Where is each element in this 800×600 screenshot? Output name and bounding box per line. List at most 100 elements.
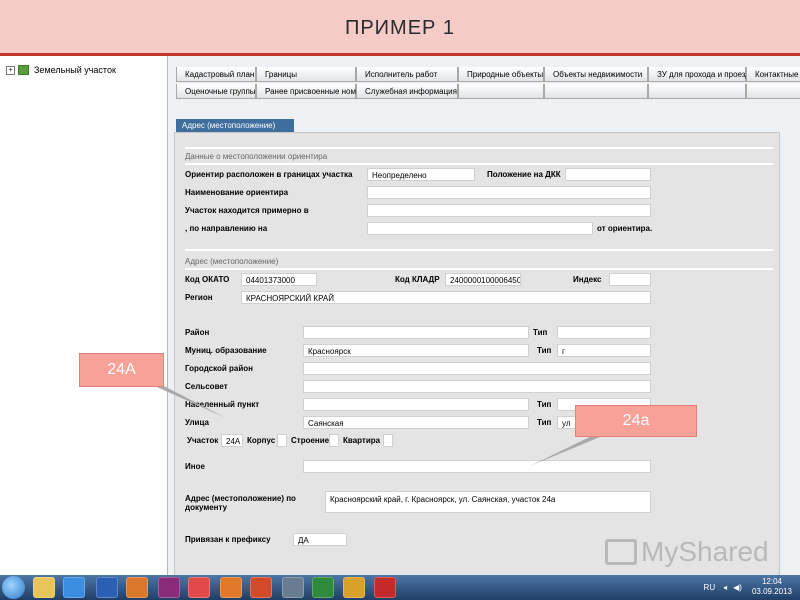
tab-address[interactable]: Адрес (местоположение) <box>176 119 294 133</box>
tab-empty-1 <box>458 84 544 99</box>
orient-section-title: Данные о местоположении ориентира <box>185 152 328 161</box>
clock-time: 12:04 <box>761 577 782 586</box>
app-window-icon[interactable] <box>282 577 304 598</box>
paint-icon[interactable] <box>343 577 365 598</box>
section-divider <box>185 147 773 149</box>
within-field[interactable]: Неопределено <box>367 168 475 181</box>
building-label: Корпус <box>247 436 276 445</box>
tab-empty-3 <box>648 84 746 99</box>
taskbar: RU ◂ ◀) 12:04 03.09.2013 <box>0 575 800 600</box>
system-tray: RU ◂ ◀) 12:04 03.09.2013 <box>704 577 792 597</box>
district-field[interactable] <box>303 326 529 339</box>
address-form: Данные о местоположении ориентира Ориент… <box>174 132 780 577</box>
tab-empty-2 <box>544 84 648 99</box>
tab-passage-plots[interactable]: ЗУ для прохода и проезда <box>648 67 754 82</box>
kladr-label: Код КЛАДР <box>395 275 440 284</box>
tab-boundaries[interactable]: Границы <box>256 67 356 82</box>
doc-address-field[interactable]: Красноярский край, г. Красноярск, ул. Са… <box>325 491 651 513</box>
plot-field[interactable]: 24А <box>221 434 243 447</box>
section-divider <box>185 163 773 165</box>
prefix-field[interactable]: ДА <box>293 533 347 546</box>
tray-arrow-icon[interactable]: ◂ <box>723 583 727 592</box>
city-district-field[interactable] <box>303 362 651 375</box>
tab-contacts[interactable]: Контактные <box>746 67 800 82</box>
pdf-reader-icon[interactable] <box>374 577 396 598</box>
direction-field[interactable] <box>367 222 593 235</box>
tab-cadastral-plan[interactable]: Кадастровый план <box>176 67 256 82</box>
archiver-icon[interactable] <box>158 577 180 598</box>
locality-field[interactable] <box>303 398 529 411</box>
street-field[interactable]: Саянская <box>303 416 529 429</box>
other-label: Иное <box>185 462 205 471</box>
tab-bar: Кадастровый план Границы Исполнитель раб… <box>176 55 800 101</box>
from-orient-label: от ориентира. <box>597 224 653 233</box>
tab-natural-objects[interactable]: Природные объекты <box>458 67 544 82</box>
approx-label: Участок находится примерно в <box>185 206 309 215</box>
dkk-field[interactable] <box>565 168 651 181</box>
excel-icon[interactable] <box>312 577 334 598</box>
index-field[interactable] <box>609 273 651 286</box>
street-label: Улица <box>185 418 209 427</box>
title-banner: ПРИМЕР 1 <box>0 0 800 56</box>
tab-row-2: Оценочные группы Ранее присвоенные номер… <box>176 84 800 100</box>
doc-address-label-line1: Адрес (местоположение) по <box>185 494 296 503</box>
building-field[interactable] <box>277 434 287 447</box>
orient-name-field[interactable] <box>367 186 651 199</box>
region-field[interactable]: КРАСНОЯРСКИЙ КРАЙ <box>241 291 651 304</box>
doc-address-label: Адрес (местоположение) по документу <box>185 494 296 512</box>
watermark-text: MyShared <box>641 536 769 567</box>
start-button[interactable] <box>2 576 25 599</box>
callout-plot-24A: 24А <box>79 353 164 387</box>
tree-panel: + Земельный участок <box>0 55 168 575</box>
municipal-field[interactable]: Красноярск <box>303 344 529 357</box>
plot-label: Участок <box>187 436 219 445</box>
locality-label: Населенный пункт <box>185 400 260 409</box>
other-field[interactable] <box>303 460 651 473</box>
expand-icon[interactable]: + <box>6 65 15 75</box>
outlook-icon[interactable] <box>220 577 242 598</box>
tab-valuation-groups[interactable]: Оценочные группы <box>176 84 256 99</box>
village-council-label: Сельсовет <box>185 382 228 391</box>
prefix-label: Привязан к префиксу <box>185 535 271 544</box>
dkk-label: Положение на ДКК <box>487 170 561 179</box>
tab-previous-numbers[interactable]: Ранее присвоенные номера <box>256 84 369 99</box>
street-type-label: Тип <box>537 418 552 427</box>
main-content: Кадастровый план Границы Исполнитель раб… <box>168 55 800 577</box>
media-player-icon[interactable] <box>126 577 148 598</box>
word-icon[interactable] <box>96 577 118 598</box>
kladr-field[interactable]: 240000010000645000 <box>445 273 521 286</box>
tab-row-1: Кадастровый план Границы Исполнитель раб… <box>176 67 800 83</box>
municipal-type-label: Тип <box>537 346 552 355</box>
apartment-field[interactable] <box>383 434 393 447</box>
tab-empty-4 <box>746 84 800 99</box>
section-divider <box>185 268 773 270</box>
index-label: Индекс <box>573 275 602 284</box>
municipal-label: Муниц. образование <box>185 346 267 355</box>
district-label: Район <box>185 328 210 337</box>
structure-label: Строение <box>291 436 330 445</box>
volume-icon[interactable]: ◀) <box>733 583 742 592</box>
powerpoint-icon[interactable] <box>250 577 272 598</box>
tab-service-info[interactable]: Служебная информация <box>356 84 458 99</box>
language-indicator[interactable]: RU <box>704 583 716 592</box>
village-council-field[interactable] <box>303 380 651 393</box>
within-label: Ориентир расположен в границах участка <box>185 170 353 179</box>
opera-icon[interactable] <box>188 577 210 598</box>
clock[interactable]: 12:04 03.09.2013 <box>752 577 792 597</box>
approx-field[interactable] <box>367 204 651 217</box>
tree-item-land-plot[interactable]: + Земельный участок <box>6 65 116 75</box>
municipal-type-field[interactable]: г <box>557 344 651 357</box>
callout-plot-24a: 24а <box>575 405 697 437</box>
address-section-title: Адрес (местоположение) <box>185 257 279 266</box>
explorer-icon[interactable] <box>33 577 55 598</box>
structure-field[interactable] <box>329 434 339 447</box>
internet-explorer-icon[interactable] <box>63 577 85 598</box>
district-type-field[interactable] <box>557 326 651 339</box>
tab-executor[interactable]: Исполнитель работ <box>356 67 458 82</box>
watermark-logo-icon <box>605 539 637 565</box>
section-divider <box>185 249 773 251</box>
okato-field[interactable]: 04401373000 <box>241 273 317 286</box>
apartment-label: Квартира <box>343 436 381 445</box>
folder-icon <box>18 65 29 75</box>
tab-real-estate[interactable]: Объекты недвижимости <box>544 67 648 82</box>
